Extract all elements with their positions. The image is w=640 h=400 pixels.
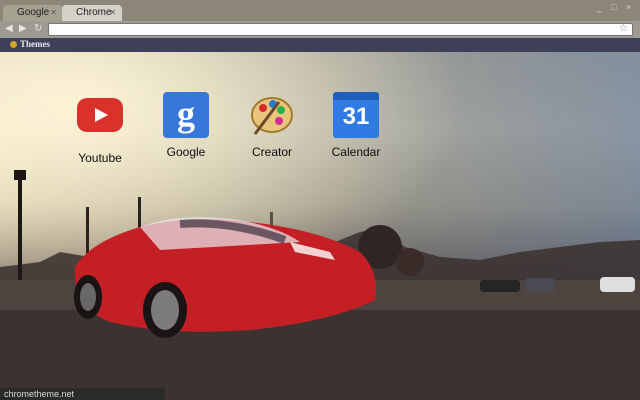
tab-label: Chrome <box>76 7 112 18</box>
tab-label: Google <box>17 7 50 18</box>
new-tab-page: Youtube g Google Creator 31 Calendar chr… <box>0 52 640 400</box>
bookmarks-bar: Themes <box>0 38 640 52</box>
tab-close-icon[interactable]: ✕ <box>50 8 57 17</box>
omnibox[interactable]: ☆ <box>48 23 633 36</box>
tab-chrome[interactable]: Chrome ✕ <box>62 5 122 21</box>
status-url: chrometheme.net <box>0 388 165 400</box>
creator-palette-icon <box>249 92 295 138</box>
app-label: Google <box>166 145 206 159</box>
star-icon[interactable]: ☆ <box>619 23 628 34</box>
google-icon: g <box>163 92 209 138</box>
tab-strip: Google ✕ Chrome ✕ _ □ × <box>0 0 640 21</box>
back-icon[interactable]: ◀ <box>5 23 13 35</box>
tab-google[interactable]: Google ✕ <box>3 5 63 21</box>
tab-close-icon[interactable]: ✕ <box>109 8 116 17</box>
app-label: Calendar <box>331 145 381 159</box>
minimize-button[interactable]: _ <box>597 2 602 12</box>
maximize-button[interactable]: □ <box>611 2 616 12</box>
youtube-icon <box>77 98 123 144</box>
app-youtube[interactable]: Youtube <box>60 92 140 165</box>
app-creator[interactable]: Creator <box>232 92 312 159</box>
bookmark-themes[interactable]: Themes <box>10 39 50 49</box>
reload-icon[interactable]: ↻ <box>34 23 42 35</box>
app-label: Creator <box>251 145 292 159</box>
app-google[interactable]: g Google <box>146 92 226 159</box>
close-window-button[interactable]: × <box>626 2 631 12</box>
app-label: Youtube <box>78 151 122 165</box>
calendar-icon: 31 <box>333 92 379 138</box>
app-calendar[interactable]: 31 Calendar <box>316 92 396 159</box>
forward-icon[interactable]: ▶ <box>19 23 27 35</box>
themes-icon <box>10 41 17 48</box>
toolbar: ◀ ▶ ↻ ☆ <box>0 21 640 38</box>
bookmark-label: Themes <box>20 39 50 49</box>
